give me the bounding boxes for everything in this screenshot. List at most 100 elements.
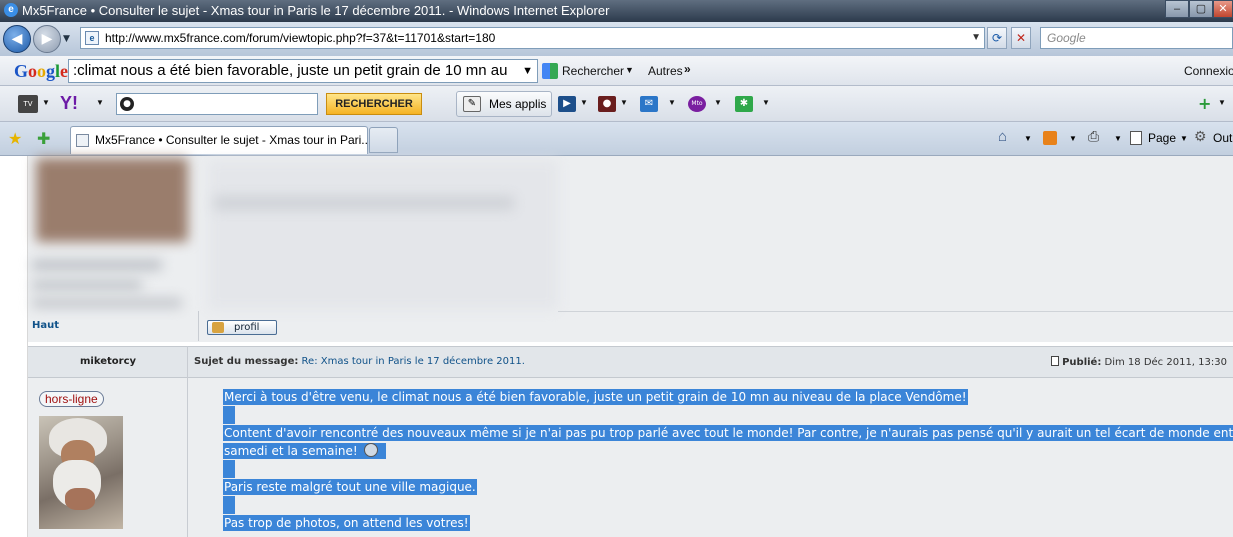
meteo-icon[interactable]: Mto	[688, 96, 706, 112]
blurred-text	[32, 298, 182, 308]
post-body: hors-ligne Merci à tous d'être venu, le …	[28, 378, 1233, 537]
add-dropdown-icon[interactable]: ▼	[1218, 98, 1226, 107]
print-dropdown-icon[interactable]: ▼	[1114, 134, 1122, 143]
refresh-icon[interactable]: ⟳	[987, 27, 1007, 49]
search-icon: ●	[120, 97, 134, 111]
post-published: Publié: Dim 18 Déc 2011, 13:30	[1051, 356, 1227, 368]
url-text: http://www.mx5france.com/forum/viewtopic…	[105, 31, 496, 45]
published-date: Dim 18 Déc 2011, 13:30	[1104, 357, 1227, 368]
profil-button[interactable]: profil	[207, 320, 277, 335]
profile-icon	[212, 322, 224, 333]
asterisk-dropdown-icon[interactable]: ▼	[762, 98, 770, 107]
asterisk-icon[interactable]: ✱	[735, 96, 753, 112]
google-search-input[interactable]: :climat nous a été bien favorable, juste…	[68, 59, 538, 83]
page-doc-icon	[1130, 131, 1142, 145]
haut-link[interactable]: Haut	[32, 320, 59, 331]
mail-dropdown-icon[interactable]: ▼	[668, 98, 676, 107]
url-input[interactable]: e http://www.mx5france.com/forum/viewtop…	[80, 27, 985, 49]
subject-label: Sujet du message:	[194, 356, 299, 367]
maximize-button[interactable]: ▢	[1189, 0, 1213, 18]
divider	[558, 311, 1233, 312]
blurred-text	[214, 196, 514, 210]
forward-button[interactable]: ▶	[33, 25, 61, 53]
published-label: Publié:	[1062, 357, 1102, 368]
yahoo-search-input[interactable]: ●	[116, 93, 318, 115]
print-icon[interactable]: ⎙	[1088, 128, 1099, 145]
history-dropdown-icon[interactable]: ▼	[63, 34, 70, 44]
blurred-content	[208, 160, 558, 310]
message-line: Pas trop de photos, on attend les votres…	[223, 515, 470, 531]
close-button[interactable]: ✕	[1213, 0, 1233, 18]
post-subject: Sujet du message: Re: Xmas tour in Paris…	[194, 356, 525, 367]
add-favorite-icon[interactable]: ✚	[37, 129, 50, 148]
tv-dropdown-icon[interactable]: ▼	[42, 98, 50, 107]
apps-icon: ✎	[463, 96, 481, 112]
google-query-text: :climat nous a été bien favorable, juste…	[73, 62, 508, 79]
avatar	[39, 416, 123, 529]
google-toolbar: Google :climat nous a été bien favorable…	[0, 56, 1233, 86]
url-dropdown-icon[interactable]: ▼	[971, 28, 981, 48]
yahoo-logo-icon[interactable]: Y!	[60, 93, 78, 114]
tab-title: Mx5France • Consulter le sujet - Xmas to…	[95, 133, 368, 147]
tools-menu[interactable]: Out	[1213, 131, 1232, 145]
yahoo-toolbar: TV ▼ Y! ▼ ● RECHERCHER ✎ Mes applis ▶ ▼ …	[0, 86, 1233, 122]
post-header: miketorcy Sujet du message: Re: Xmas tou…	[28, 346, 1233, 378]
home-icon[interactable]: ⌂	[998, 128, 1007, 145]
blurred-text	[32, 260, 162, 270]
post-icon[interactable]	[1051, 356, 1060, 366]
column-divider	[187, 346, 188, 537]
gear-icon[interactable]: ⚙	[1194, 128, 1207, 145]
tv-icon[interactable]: TV	[18, 95, 38, 113]
message-line: Merci à tous d'être venu, le climat nous…	[223, 389, 968, 405]
profil-label: profil	[234, 322, 260, 333]
subject-link[interactable]: Re: Xmas tour in Paris le 17 décembre 20…	[302, 356, 525, 367]
message-line: samedi et la semaine!	[223, 443, 359, 459]
apps-button[interactable]: ✎ Mes applis	[456, 91, 552, 117]
rss-icon[interactable]	[1043, 131, 1057, 145]
favorites-star-icon[interactable]: ★	[8, 129, 22, 148]
rss-dropdown-icon[interactable]: ▼	[1069, 134, 1077, 143]
blurred-avatar	[36, 158, 188, 242]
google-search-icon	[542, 63, 558, 79]
meteo-dropdown-icon[interactable]: ▼	[714, 98, 722, 107]
media-dropdown-icon[interactable]: ▼	[580, 98, 588, 107]
yahoo-dropdown-icon[interactable]: ▼	[96, 98, 104, 107]
left-gutter	[0, 156, 28, 537]
tab-active[interactable]: Mx5France • Consulter le sujet - Xmas to…	[70, 126, 368, 154]
message-line: Content d'avoir rencontré des nouveaux m…	[223, 425, 1233, 441]
home-dropdown-icon[interactable]: ▼	[1024, 134, 1032, 143]
yahoo-search-button[interactable]: RECHERCHER	[326, 93, 422, 115]
add-icon[interactable]: +	[1198, 94, 1211, 113]
google-search-button[interactable]: Rechercher	[562, 64, 624, 78]
minimize-button[interactable]: –	[1165, 0, 1189, 18]
title-bar: e Mx5France • Consulter le sujet - Xmas …	[0, 0, 1233, 22]
page-content: Haut profil miketorcy Sujet du message: …	[0, 156, 1233, 537]
apps-label: Mes applis	[489, 97, 547, 111]
connexion-link[interactable]: Connexio	[1184, 64, 1233, 78]
tab-favicon-icon	[76, 134, 89, 147]
query-dropdown-icon[interactable]: ▼	[522, 60, 533, 82]
back-button[interactable]: ◀	[3, 25, 31, 53]
address-bar: ◀ ▶ ▼ e http://www.mx5france.com/forum/v…	[0, 22, 1233, 56]
column-divider	[198, 311, 199, 341]
chevron-right-icon[interactable]: »	[684, 62, 691, 76]
page-menu[interactable]: Page	[1148, 131, 1176, 145]
search-input[interactable]: Google	[1040, 27, 1233, 49]
ie-logo-icon: e	[4, 3, 18, 17]
more-button[interactable]: Autres	[648, 64, 683, 78]
record-dropdown-icon[interactable]: ▼	[620, 98, 628, 107]
record-icon[interactable]: ●	[598, 96, 616, 112]
blurred-text	[32, 280, 142, 290]
search-dropdown-icon[interactable]: ▼	[625, 65, 634, 75]
page-dropdown-icon[interactable]: ▼	[1180, 134, 1188, 143]
message-line: Paris reste malgré tout une ville magiqu…	[223, 479, 477, 495]
media-play-icon[interactable]: ▶	[558, 96, 576, 112]
stop-icon[interactable]: ✕	[1011, 27, 1031, 49]
page-icon: e	[85, 31, 99, 45]
google-logo: Google	[14, 61, 69, 81]
new-tab-button[interactable]	[369, 127, 398, 153]
status-badge: hors-ligne	[39, 391, 104, 407]
previous-post	[28, 156, 1233, 342]
post-author[interactable]: miketorcy	[28, 347, 188, 377]
mail-icon[interactable]: ✉	[640, 96, 658, 112]
